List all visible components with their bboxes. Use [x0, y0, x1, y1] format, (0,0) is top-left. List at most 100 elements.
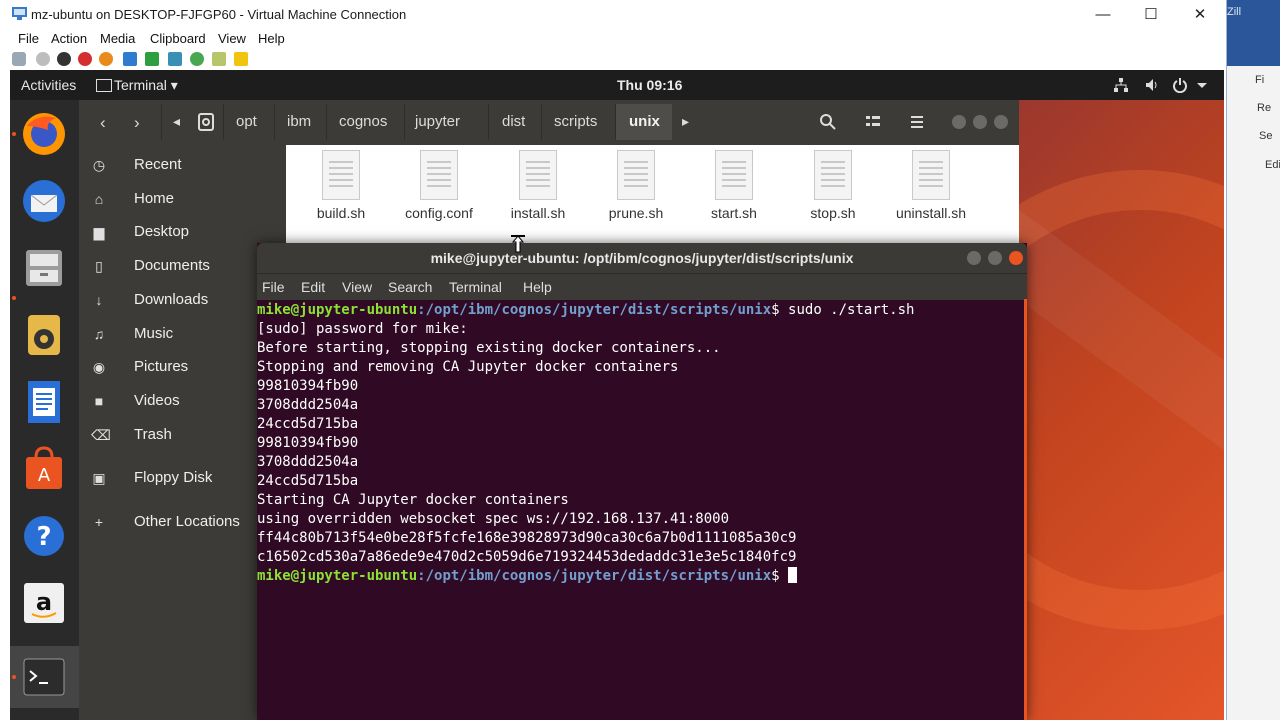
- terminal-menu-terminal[interactable]: Terminal: [449, 279, 502, 295]
- menu-action[interactable]: Action: [51, 31, 87, 46]
- checkpoint-icon[interactable]: [168, 52, 182, 66]
- turn-off-icon[interactable]: [57, 52, 71, 66]
- terminal-menu-help[interactable]: Help: [523, 279, 552, 295]
- search-icon[interactable]: [819, 113, 837, 131]
- file-item[interactable]: stop.sh: [788, 150, 878, 230]
- file-item[interactable]: config.conf: [394, 150, 484, 230]
- software-icon[interactable]: A: [18, 443, 70, 495]
- menu-view[interactable]: View: [218, 31, 246, 46]
- rhythmbox-icon[interactable]: [18, 309, 70, 361]
- thunderbird-icon[interactable]: [18, 175, 70, 227]
- menu-file[interactable]: File: [18, 31, 39, 46]
- amazon-icon[interactable]: a: [18, 577, 70, 629]
- resume-icon[interactable]: [145, 52, 159, 66]
- terminal-output[interactable]: mike@jupyter-ubuntu:/opt/ibm/cognos/jupy…: [257, 299, 1027, 720]
- terminal-maximize-button[interactable]: [988, 251, 1002, 265]
- terminal-line: c16502cd530a7a86ede9e470d2c5059d6e719324…: [257, 549, 797, 565]
- maximize-button[interactable]: ☐: [1128, 0, 1174, 30]
- terminal-menu-file[interactable]: File: [262, 279, 285, 295]
- sidebar-item-floppy[interactable]: ▣ Floppy Disk: [79, 463, 286, 493]
- breadcrumb-right-arrow-icon[interactable]: ▸: [682, 113, 689, 130]
- vm-titlebar: mz-ubuntu on DESKTOP-FJFGP60 - Virtual M…: [0, 0, 1226, 30]
- fm-maximize-button[interactable]: [973, 115, 987, 129]
- sidebar-item-videos[interactable]: ■ Videos: [79, 386, 286, 416]
- sidebar-label: Downloads: [134, 291, 209, 308]
- menu-media[interactable]: Media: [100, 31, 135, 46]
- file-item[interactable]: install.sh: [493, 150, 583, 230]
- volume-icon[interactable]: [1144, 77, 1160, 93]
- sidebar-label: Trash: [134, 426, 172, 443]
- breadcrumb-dist[interactable]: dist: [502, 113, 525, 130]
- sidebar-item-music[interactable]: ♫ Music: [79, 319, 286, 349]
- menu-clipboard[interactable]: Clipboard: [150, 31, 206, 46]
- writer-icon[interactable]: [18, 376, 70, 428]
- terminal-menu-view[interactable]: View: [342, 279, 372, 295]
- terminal-close-button[interactable]: [1009, 251, 1023, 265]
- activities-button[interactable]: Activities: [21, 77, 76, 93]
- sidebar-item-downloads[interactable]: ↓ Downloads: [79, 285, 286, 315]
- sidebar-label: Home: [134, 190, 175, 207]
- menu-help[interactable]: Help: [258, 31, 285, 46]
- close-button[interactable]: ✕: [1177, 0, 1223, 30]
- breadcrumb-left-arrow-icon[interactable]: ◂: [173, 113, 180, 130]
- breadcrumb-ibm[interactable]: ibm: [287, 113, 311, 130]
- terminal-icon[interactable]: [18, 651, 70, 703]
- file-item[interactable]: start.sh: [689, 150, 779, 230]
- fm-minimize-button[interactable]: [952, 115, 966, 129]
- file-item[interactable]: prune.sh: [591, 150, 681, 230]
- svg-text:a: a: [36, 588, 52, 616]
- sidebar-item-desktop[interactable]: ▆ Desktop: [79, 217, 286, 247]
- system-menu-chevron-icon[interactable]: [1194, 77, 1210, 93]
- breadcrumb-unix[interactable]: unix: [629, 113, 660, 130]
- sidebar-item-recent[interactable]: ◷ Recent: [79, 150, 286, 180]
- sidebar-item-home[interactable]: ⌂ Home: [79, 184, 286, 214]
- breadcrumb-scripts[interactable]: scripts: [554, 113, 597, 130]
- host-item-select[interactable]: Se: [1259, 130, 1272, 142]
- minimize-button[interactable]: —: [1080, 0, 1126, 30]
- file-label: stop.sh: [810, 205, 856, 221]
- clock[interactable]: Thu 09:16: [617, 77, 682, 93]
- menu-icon[interactable]: [909, 114, 925, 130]
- text-file-icon: [420, 150, 458, 200]
- terminal-menu-search[interactable]: Search: [388, 279, 432, 295]
- app-menu[interactable]: Terminal ▾: [114, 77, 178, 94]
- back-button[interactable]: ‹: [100, 113, 106, 133]
- host-background-app: Zill Fi Re Se Edi: [1227, 0, 1280, 720]
- help-icon[interactable]: ?: [18, 510, 70, 562]
- shutdown-icon[interactable]: [78, 52, 92, 66]
- share-icon[interactable]: [234, 52, 248, 66]
- save-icon[interactable]: [99, 52, 113, 66]
- enhanced-session-icon[interactable]: [212, 52, 226, 66]
- host-item-find[interactable]: Fi: [1255, 74, 1264, 86]
- guest-screen: Activities Terminal ▾ Thu 09:16 A ? a ‹ …: [10, 70, 1224, 720]
- breadcrumb-cognos[interactable]: cognos: [339, 113, 387, 130]
- sidebar-item-pictures[interactable]: ◉ Pictures: [79, 352, 286, 382]
- view-options-icon[interactable]: [865, 114, 881, 130]
- terminal-minimize-button[interactable]: [967, 251, 981, 265]
- breadcrumb-jupyter[interactable]: jupyter: [415, 113, 460, 130]
- root-drive-icon[interactable]: [198, 113, 214, 131]
- pause-icon[interactable]: [123, 52, 137, 66]
- revert-icon[interactable]: [190, 52, 204, 66]
- files-icon[interactable]: [18, 242, 70, 294]
- file-item[interactable]: uninstall.sh: [886, 150, 976, 230]
- power-icon[interactable]: [1172, 77, 1188, 93]
- network-icon[interactable]: [1113, 77, 1129, 93]
- running-indicator: [12, 675, 16, 679]
- terminal-menu-edit[interactable]: Edit: [301, 279, 325, 295]
- breadcrumb-opt[interactable]: opt: [236, 113, 257, 130]
- terminal-line: using overridden websocket spec ws://192…: [257, 511, 730, 527]
- forward-button[interactable]: ›: [134, 113, 140, 133]
- terminal-scrollbar[interactable]: [1024, 299, 1027, 720]
- sidebar-item-other-locations[interactable]: + Other Locations: [79, 507, 286, 537]
- terminal-titlebar[interactable]: mike@jupyter-ubuntu: /opt/ibm/cognos/jup…: [257, 243, 1027, 273]
- firefox-icon[interactable]: [18, 108, 70, 160]
- start-icon[interactable]: [36, 52, 50, 66]
- file-label: start.sh: [711, 205, 757, 221]
- sidebar-item-trash[interactable]: ⌫ Trash: [79, 420, 286, 450]
- sidebar-item-documents[interactable]: ▯ Documents: [79, 251, 286, 281]
- fm-close-button[interactable]: [994, 115, 1008, 129]
- ctrl-alt-del-icon[interactable]: [12, 52, 26, 66]
- host-item-replace[interactable]: Re: [1257, 102, 1271, 114]
- file-item[interactable]: build.sh: [296, 150, 386, 230]
